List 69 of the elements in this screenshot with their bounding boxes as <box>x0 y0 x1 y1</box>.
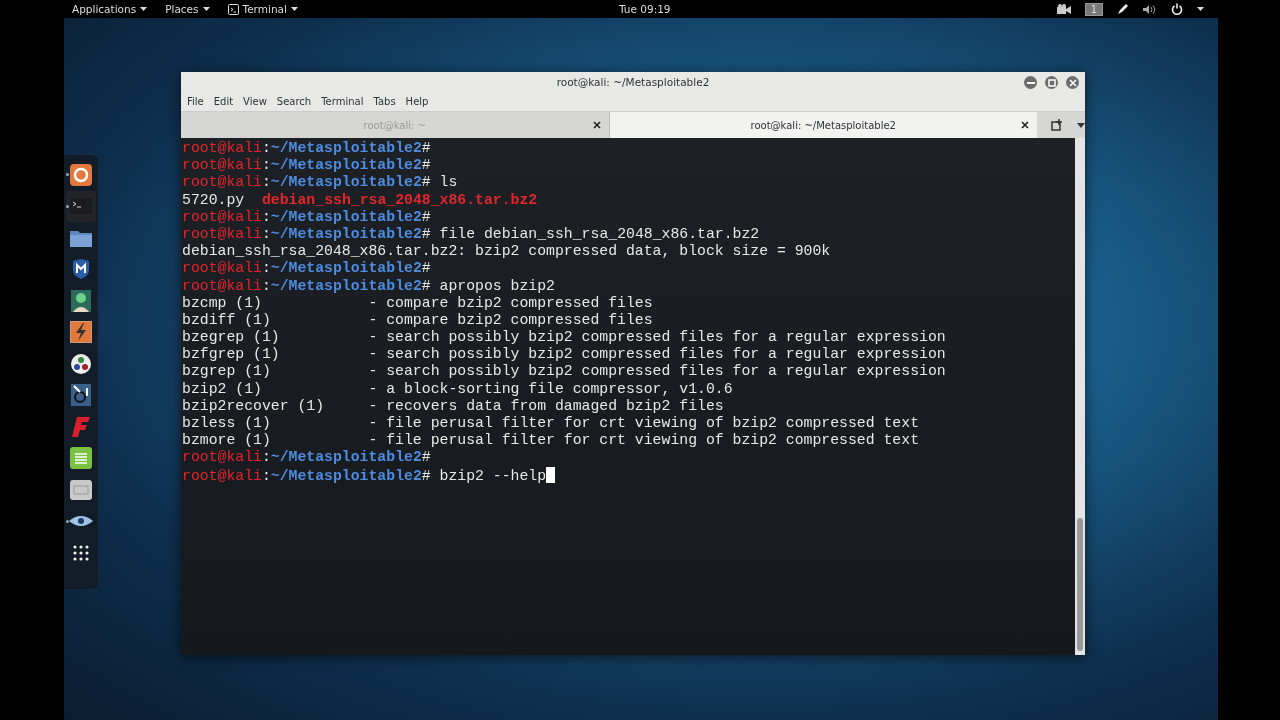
caret-icon <box>290 7 298 11</box>
menu-item[interactable]: File <box>182 96 209 107</box>
prompt: root@kali:~/Metasploitable2# <box>182 225 431 242</box>
maximize-icon <box>1047 78 1056 87</box>
lightning-icon <box>70 321 92 344</box>
output-line: bzcmp (1) - compare bzip2 compressed files <box>182 294 653 311</box>
prompt: root@kali:~/Metasploitable2# <box>182 208 431 225</box>
output-line: bzdiff (1) - compare bzip2 compressed files <box>182 311 653 328</box>
panel-menu[interactable]: Applications <box>72 3 148 15</box>
window-title: root@kali: ~/Metasploitable2 <box>556 76 710 88</box>
output-line: bzip2 (1) - a block-sorting file compressor, v1.0.6 <box>182 380 733 397</box>
speaker-icon[interactable] <box>1143 3 1157 15</box>
pen-icon[interactable] <box>1117 3 1129 15</box>
output-line: bzip2recover (1) - recovers data from damaged bzip2 files <box>182 397 724 414</box>
tab-label: root@kali: ~/Metasploitable2 <box>750 119 896 131</box>
output-line: bzless (1) - file perusal filter for crt viewing of bzip2 compressed text <box>182 415 919 431</box>
panel-menu[interactable]: Places <box>165 3 210 15</box>
eye-icon <box>69 515 93 528</box>
new-tab-icon[interactable] <box>1051 119 1063 131</box>
prompt: root@kali:~/Metasploitable2# <box>182 467 431 484</box>
caret-icon <box>140 7 148 11</box>
tab-label: root@kali: ~ <box>363 119 426 131</box>
character-icon <box>71 289 91 312</box>
prompt: root@kali:~/Metasploitable2# <box>182 140 431 156</box>
command: ls <box>439 174 458 191</box>
menu-item[interactable]: Terminal <box>316 96 369 107</box>
scrollbar[interactable] <box>1075 138 1085 655</box>
three-dots-circle-icon <box>71 353 91 374</box>
prompt: root@kali:~/Metasploitable2# <box>182 157 431 174</box>
close-icon[interactable] <box>1021 121 1030 129</box>
app-grid-icon <box>73 544 89 561</box>
command: file debian_ssh_rsa_2048_x86.tar.bz2 <box>439 225 760 242</box>
file-name: 5720.py <box>182 191 245 209</box>
menu-item[interactable]: View <box>238 96 272 107</box>
close-button[interactable] <box>1066 76 1079 89</box>
tab[interactable]: root@kali: ~/Metasploitable2 <box>608 112 1038 138</box>
close-icon[interactable] <box>592 121 601 129</box>
maximize-button[interactable] <box>1045 76 1058 89</box>
output-line: bzfgrep (1) - search possibly bzip2 compressed files for a regular expression <box>182 346 946 363</box>
prompt: root@kali:~/Metasploitable2# <box>182 277 431 294</box>
close-icon <box>1068 78 1077 87</box>
prompt: root@kali:~/Metasploitable2# <box>182 174 431 191</box>
caret-icon[interactable] <box>1197 7 1204 11</box>
caret-icon <box>202 7 210 11</box>
terminal-icon <box>70 198 92 215</box>
menu-item[interactable]: Tabs <box>368 96 401 107</box>
command: bzip2 --help <box>439 467 547 484</box>
panel-menu[interactable]: Terminal <box>227 3 298 15</box>
swirl-app-icon <box>70 163 92 186</box>
shield-icon <box>72 259 90 280</box>
folder-icon <box>70 228 92 247</box>
output-line: debian_ssh_rsa_2048_x86.tar.bz2: bzip2 compressed data, block size = 900k <box>182 243 831 260</box>
menu-item[interactable]: Help <box>400 96 434 107</box>
caret-icon[interactable] <box>1077 122 1085 128</box>
clock[interactable]: Tue 09:19 <box>619 3 671 15</box>
minimize-button[interactable] <box>1024 76 1037 89</box>
camera-icon[interactable] <box>1056 4 1071 14</box>
power-icon[interactable] <box>1171 3 1183 15</box>
notes-icon <box>70 447 92 470</box>
minimize-icon <box>1026 81 1035 84</box>
menu-item[interactable]: Edit <box>208 96 239 107</box>
file-name: debian_ssh_rsa_2048_x86.tar.bz2 <box>261 191 538 209</box>
prompt: root@kali:~/Metasploitable2# <box>182 449 431 466</box>
command: apropos bzip2 <box>439 277 555 294</box>
output-line: bzgrep (1) - search possibly bzip2 compressed files for a regular expression <box>182 363 946 380</box>
prompt: root@kali:~/Metasploitable2# <box>182 260 431 277</box>
output-line: bzegrep (1) - search possibly bzip2 compressed files for a regular expression <box>182 329 946 346</box>
output-line: bzmore (1) - file perusal filter for crt viewing of bzip2 compressed text <box>182 432 919 449</box>
menu-item[interactable]: Search <box>271 96 317 107</box>
